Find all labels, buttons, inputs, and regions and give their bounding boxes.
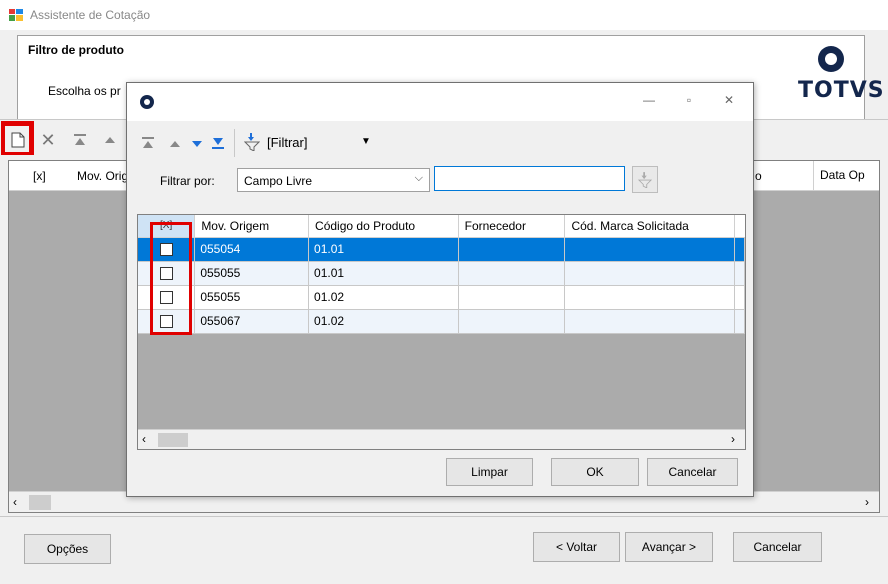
toolbar-separator bbox=[234, 129, 235, 157]
cell-mov-origem: 055055 bbox=[194, 261, 310, 286]
close-icon[interactable]: ✕ bbox=[719, 93, 739, 107]
dialog-cancel-button[interactable]: Cancelar bbox=[647, 458, 738, 486]
page-description: Escolha os pr bbox=[48, 84, 121, 98]
table-row[interactable]: 055055 01.01 bbox=[138, 261, 746, 286]
cell-fornecedor bbox=[458, 309, 566, 334]
product-grid[interactable]: [X] Mov. Origem Código do Produto Fornec… bbox=[137, 214, 746, 450]
scrollbar-thumb[interactable] bbox=[29, 495, 51, 510]
scroll-left-icon[interactable]: ‹ bbox=[142, 432, 146, 446]
horizontal-scrollbar[interactable]: ‹ › bbox=[138, 429, 745, 449]
table-row[interactable]: 055055 01.02 bbox=[138, 285, 746, 310]
filter-menu-label[interactable]: [Filtrar] bbox=[267, 135, 307, 150]
window-title: Assistente de Cotação bbox=[30, 8, 151, 22]
minimize-icon[interactable]: — bbox=[639, 93, 659, 107]
cell-mov-origem: 055055 bbox=[194, 285, 310, 310]
table-row[interactable]: 055067 01.02 bbox=[138, 309, 746, 334]
column-header[interactable]: o bbox=[755, 169, 762, 183]
cell-filler bbox=[734, 237, 746, 262]
cell-filler bbox=[734, 309, 746, 334]
filter-dropdown-icon[interactable]: ▼ bbox=[361, 136, 371, 147]
scroll-left-icon[interactable]: ‹ bbox=[13, 495, 17, 509]
column-header[interactable]: Data Op bbox=[813, 161, 865, 190]
options-button[interactable]: Opções bbox=[24, 534, 111, 564]
move-down-icon[interactable] bbox=[191, 140, 203, 148]
move-up-icon[interactable] bbox=[100, 130, 120, 150]
filter-icon[interactable] bbox=[244, 133, 260, 151]
cell-mov-origem: 055067 bbox=[194, 309, 310, 334]
cell-fornecedor bbox=[458, 285, 566, 310]
cell-filler bbox=[734, 285, 746, 310]
cell-mov-origem: 055054 bbox=[194, 237, 310, 262]
filter-field-value: Campo Livre bbox=[244, 174, 313, 188]
filter-value-input[interactable] bbox=[434, 166, 625, 191]
filter-icon bbox=[638, 171, 652, 188]
move-top-icon[interactable] bbox=[141, 137, 155, 149]
table-header-row: [X] Mov. Origem Código do Produto Fornec… bbox=[138, 215, 745, 238]
cancel-button[interactable]: Cancelar bbox=[733, 532, 822, 562]
column-header[interactable]: [x] bbox=[33, 169, 46, 183]
dialog-titlebar: — ▫ ✕ bbox=[127, 83, 753, 121]
filter-row: Filtrar por: Campo Livre ⌵ bbox=[127, 163, 753, 199]
totvs-icon bbox=[140, 95, 154, 109]
cell-marca bbox=[564, 237, 735, 262]
totvs-logo-text: TOTVS bbox=[798, 78, 885, 103]
product-table: [X] Mov. Origem Código do Produto Fornec… bbox=[138, 215, 746, 334]
column-header[interactable]: Mov. Origem bbox=[194, 215, 310, 238]
filter-dialog: — ▫ ✕ [Filtrar] ▼ Filtrar por: Campo Liv… bbox=[126, 82, 754, 497]
cell-fornecedor bbox=[458, 237, 566, 262]
delete-icon[interactable]: ✕ bbox=[38, 130, 58, 150]
cell-marca bbox=[564, 285, 735, 310]
move-up-icon[interactable] bbox=[169, 140, 181, 148]
apply-filter-button[interactable] bbox=[632, 166, 658, 193]
highlight-frame bbox=[150, 222, 192, 335]
totvs-logo-icon bbox=[818, 46, 844, 72]
move-bottom-icon[interactable] bbox=[211, 137, 225, 149]
next-button[interactable]: Avançar > bbox=[625, 532, 713, 562]
column-header[interactable]: Código do Produto bbox=[308, 215, 459, 238]
cell-codigo: 01.02 bbox=[308, 285, 459, 310]
chevron-down-icon: ⌵ bbox=[414, 172, 423, 184]
cell-codigo: 01.01 bbox=[308, 237, 459, 262]
cell-marca bbox=[564, 261, 735, 286]
scroll-right-icon[interactable]: › bbox=[731, 432, 735, 446]
column-header[interactable]: Mov. Orig bbox=[77, 169, 128, 183]
filter-field-select[interactable]: Campo Livre ⌵ bbox=[237, 168, 430, 192]
cell-filler bbox=[734, 261, 746, 286]
filter-label: Filtrar por: bbox=[160, 174, 215, 188]
highlight-frame bbox=[1, 121, 34, 155]
table-row[interactable]: 055054 01.01 bbox=[138, 237, 746, 262]
column-header[interactable]: Fornecedor bbox=[458, 215, 566, 238]
column-header-filler bbox=[734, 215, 745, 238]
maximize-icon[interactable]: ▫ bbox=[679, 93, 699, 107]
app-icon bbox=[9, 9, 23, 21]
window-titlebar: Assistente de Cotação bbox=[0, 0, 888, 30]
page-title: Filtro de produto bbox=[28, 43, 124, 57]
scrollbar-thumb[interactable] bbox=[158, 433, 188, 447]
back-button[interactable]: < Voltar bbox=[533, 532, 620, 562]
dialog-toolbar: [Filtrar] ▼ bbox=[127, 121, 753, 162]
scroll-right-icon[interactable]: › bbox=[865, 495, 869, 509]
cell-codigo: 01.01 bbox=[308, 261, 459, 286]
clear-button[interactable]: Limpar bbox=[446, 458, 533, 486]
cell-fornecedor bbox=[458, 261, 566, 286]
ok-button[interactable]: OK bbox=[551, 458, 639, 486]
cell-codigo: 01.02 bbox=[308, 309, 459, 334]
move-top-icon[interactable] bbox=[70, 130, 90, 150]
cell-marca bbox=[564, 309, 735, 334]
column-header[interactable]: Cód. Marca Solicitada bbox=[564, 215, 735, 238]
